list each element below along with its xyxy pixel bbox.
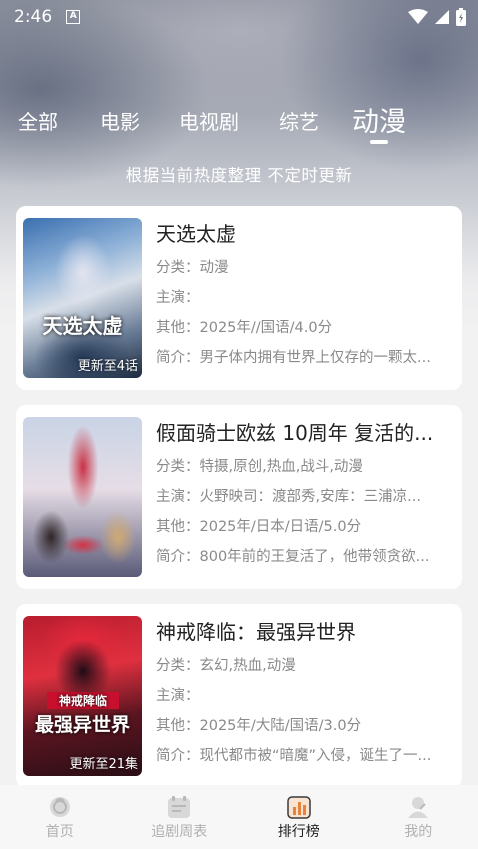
nav-home-label: 首页	[45, 824, 74, 840]
nav-profile[interactable]: 我的	[359, 785, 478, 849]
ranking-card[interactable]: 假面骑士欧兹 10周年 复活的... 分类：特摄,原创,热血,战斗,动漫 主演：…	[16, 405, 462, 589]
nav-ranking-label: 排行榜	[277, 824, 320, 840]
poster-image[interactable]: 神戒降临 最强异世界 更新至21集	[23, 616, 142, 776]
signal-icon	[435, 10, 449, 24]
status-time: 2:46	[14, 7, 53, 27]
category-tabs: 全部 电影 电视剧 综艺 动漫	[0, 96, 478, 146]
nav-profile-label: 我的	[404, 824, 433, 840]
item-intro: 简介：800年前的王复活了，他带领贪欲...	[156, 549, 430, 565]
tab-all[interactable]: 全部	[18, 106, 58, 135]
item-other: 其他：2025年//国语/4.0分	[156, 320, 333, 336]
chart-icon	[287, 796, 311, 819]
item-title[interactable]: 天选太虚	[156, 220, 456, 248]
item-cast: 主演：	[156, 290, 200, 306]
episode-badge: 更新至21集	[69, 757, 138, 772]
poster-title-art: 天选太虚	[42, 314, 123, 338]
tab-tv-series[interactable]: 电视剧	[179, 106, 239, 135]
notification-icon: A	[66, 10, 81, 24]
item-category: 分类：玄幻,热血,动漫	[156, 658, 296, 674]
episode-badge: 更新至4话	[77, 359, 138, 374]
item-category: 分类：特摄,原创,热血,战斗,动漫	[156, 459, 363, 475]
poster-image[interactable]: 天选太虚 更新至4话	[23, 218, 142, 378]
item-other: 其他：2025年/日本/日语/5.0分	[156, 519, 362, 535]
active-tab-indicator	[370, 140, 388, 144]
item-title[interactable]: 神戒降临：最强异世界	[156, 618, 456, 646]
battery-icon	[456, 8, 466, 26]
tab-variety[interactable]: 综艺	[279, 106, 319, 135]
ranking-card[interactable]: 神戒降临 最强异世界 更新至21集 神戒降临：最强异世界 分类：玄幻,热血,动漫…	[16, 604, 462, 788]
ranking-subtitle: 根据当前热度整理 不定时更新	[125, 166, 353, 185]
nav-ranking[interactable]: 排行榜	[239, 785, 359, 849]
item-cast: 主演：	[156, 688, 200, 704]
item-intro: 简介：现代都市被“暗魔”入侵，诞生了一...	[156, 748, 432, 764]
bottom-navigation: 首页 追剧周表 排行榜 我的	[0, 785, 478, 849]
item-title[interactable]: 假面骑士欧兹 10周年 复活的...	[156, 419, 456, 447]
item-category: 分类：动漫	[156, 260, 229, 276]
poster-subtitle-art: 神戒降临	[47, 692, 119, 709]
item-other: 其他：2025年/大陆/国语/3.0分	[156, 718, 362, 734]
ranking-card[interactable]: 天选太虚 更新至4话 天选太虚 分类：动漫 主演： 其他：2025年//国语/4…	[16, 206, 462, 390]
item-intro: 简介：男子体内拥有世界上仅存的一颗太...	[156, 350, 431, 366]
tab-anime[interactable]: 动漫	[352, 100, 406, 139]
nav-schedule-label: 追剧周表	[151, 824, 208, 840]
poster-image[interactable]	[23, 417, 142, 577]
status-bar: 2:46 A	[0, 0, 478, 34]
tab-movies[interactable]: 电影	[100, 106, 140, 135]
profile-icon	[408, 797, 429, 818]
nav-schedule[interactable]: 追剧周表	[120, 785, 240, 849]
item-cast: 主演：火野映司：渡部秀,安库：三浦凉...	[156, 489, 421, 505]
wifi-icon	[408, 9, 428, 24]
calendar-icon	[168, 796, 191, 818]
nav-home[interactable]: 首页	[0, 785, 120, 849]
poster-title-art: 最强异世界	[34, 714, 130, 736]
home-icon	[49, 797, 70, 817]
